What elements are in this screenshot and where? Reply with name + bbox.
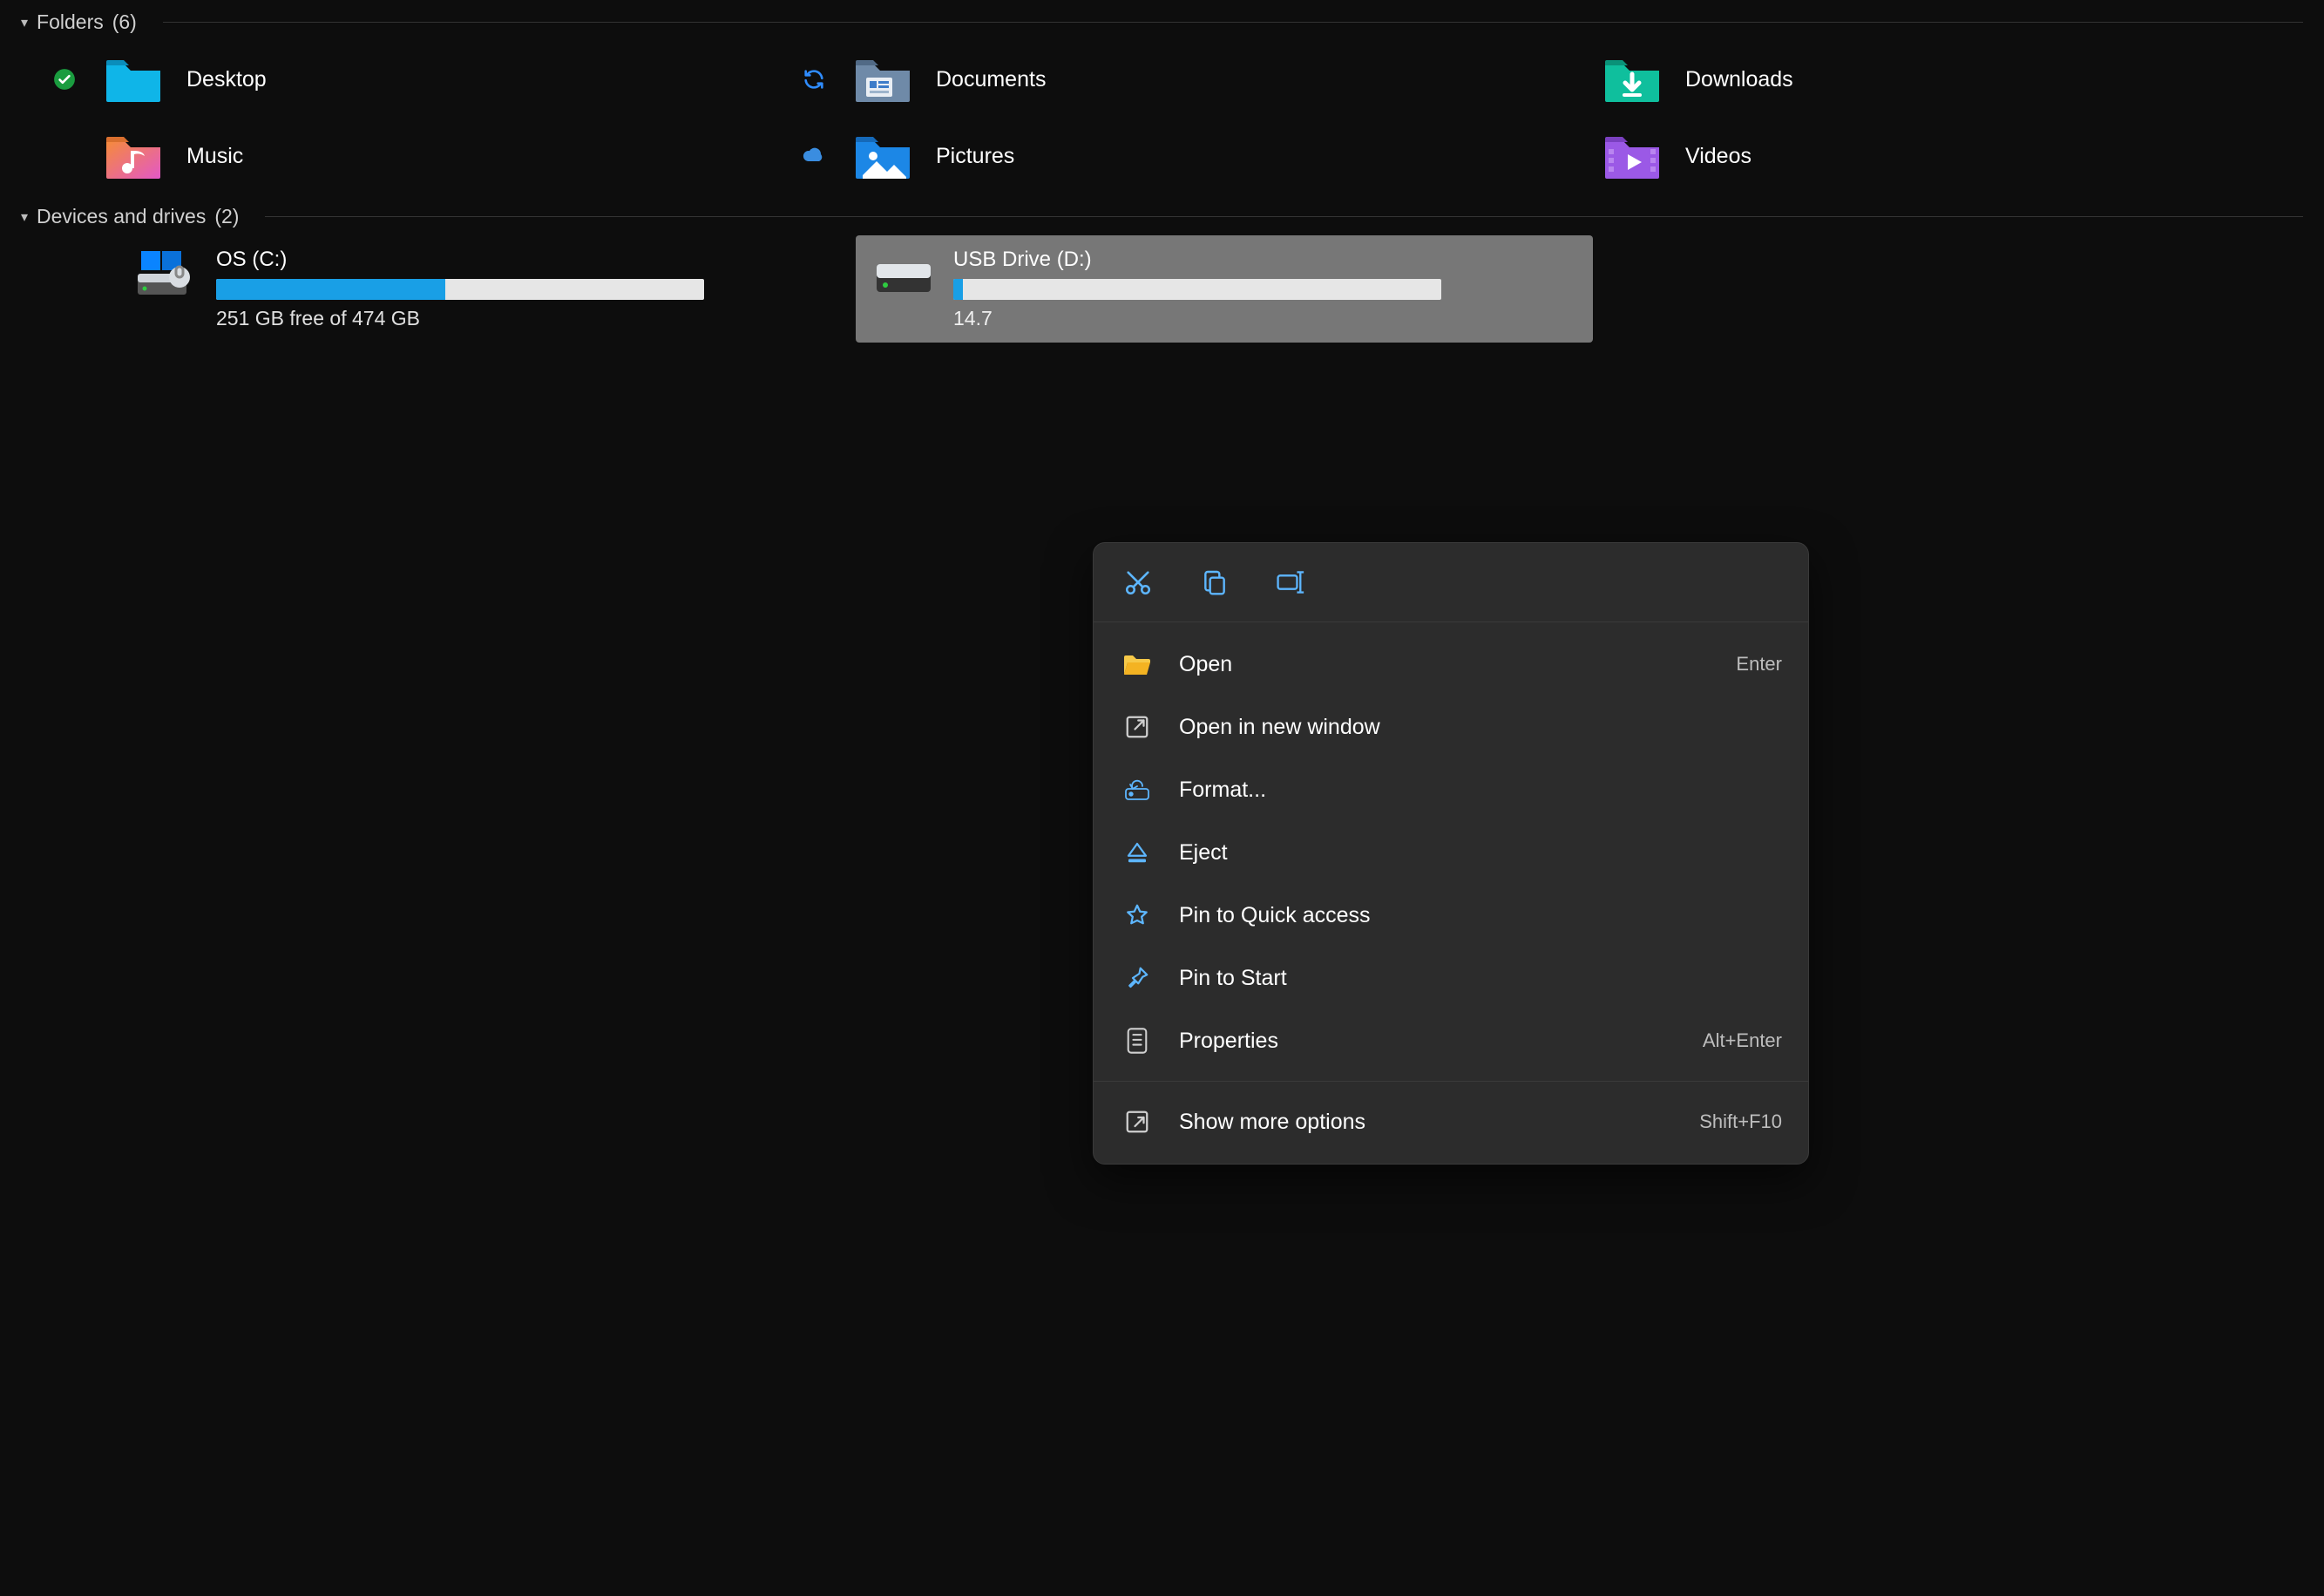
drive-name: OS (C:) <box>216 248 838 272</box>
drive-os-c[interactable]: OS (C:) 251 GB free of 474 GB <box>119 235 856 343</box>
folder-downloads[interactable]: Downloads <box>1530 41 2280 118</box>
menu-pin-start[interactable]: Pin to Start <box>1094 947 1808 1009</box>
menu-label: Format... <box>1179 778 1758 803</box>
drive-free-text: 251 GB free of 474 GB <box>216 307 838 330</box>
drive-usb-d[interactable]: USB Drive (D:) 14.7 <box>856 235 1593 343</box>
folder-label: Documents <box>936 67 1046 92</box>
folder-label: Music <box>186 144 243 169</box>
music-icon <box>103 132 164 180</box>
section-header-folders[interactable]: ▾ Folders (6) <box>0 0 2324 41</box>
cut-icon[interactable] <box>1120 564 1156 601</box>
folder-label: Downloads <box>1685 67 1793 92</box>
rename-icon[interactable] <box>1273 564 1310 601</box>
folder-pictures[interactable]: Pictures <box>781 118 1530 194</box>
status-cloud-icon <box>798 147 830 165</box>
context-menu: Open Enter Open in new window Format... … <box>1093 542 1809 1165</box>
section-rule <box>265 216 2303 217</box>
menu-label: Open <box>1179 652 1711 677</box>
folder-label: Videos <box>1685 144 1751 169</box>
folder-documents[interactable]: Documents <box>781 41 1530 118</box>
drive-capacity-bar <box>216 279 704 300</box>
menu-open-new-window[interactable]: Open in new window <box>1094 696 1808 758</box>
menu-label: Properties <box>1179 1029 1678 1054</box>
menu-pin-quick-access[interactable]: Pin to Quick access <box>1094 884 1808 947</box>
menu-format[interactable]: Format... <box>1094 758 1808 821</box>
drive-icon <box>873 248 934 300</box>
menu-properties[interactable]: Properties Alt+Enter <box>1094 1009 1808 1072</box>
drive-icon <box>136 248 197 300</box>
format-icon <box>1120 772 1155 807</box>
status-synced-icon <box>49 68 80 91</box>
menu-accel: Shift+F10 <box>1699 1110 1782 1133</box>
drive-capacity-bar <box>953 279 1441 300</box>
documents-icon <box>852 55 913 104</box>
section-header-drives[interactable]: ▾ Devices and drives (2) <box>0 194 2324 235</box>
section-count: (2) <box>214 205 239 228</box>
menu-label: Pin to Start <box>1179 966 1758 991</box>
new-window-icon <box>1120 710 1155 744</box>
menu-label: Open in new window <box>1179 715 1758 740</box>
drive-name: USB Drive (D:) <box>953 248 1575 272</box>
eject-icon <box>1120 835 1155 870</box>
folder-icon <box>103 55 164 104</box>
drives-grid: OS (C:) 251 GB free of 474 GB USB Drive … <box>87 235 2324 343</box>
downloads-icon <box>1602 55 1663 104</box>
menu-label: Eject <box>1179 840 1758 866</box>
pin-icon <box>1120 961 1155 995</box>
properties-icon <box>1120 1023 1155 1058</box>
folder-videos[interactable]: Videos <box>1530 118 2280 194</box>
star-icon <box>1120 898 1155 933</box>
menu-label: Pin to Quick access <box>1179 903 1758 928</box>
menu-more-options[interactable]: Show more options Shift+F10 <box>1094 1090 1808 1153</box>
section-rule <box>163 22 2303 23</box>
chevron-down-icon: ▾ <box>21 208 28 226</box>
context-menu-toolbar <box>1094 543 1808 622</box>
folder-music[interactable]: Music <box>31 118 781 194</box>
videos-icon <box>1602 132 1663 180</box>
menu-open[interactable]: Open Enter <box>1094 633 1808 696</box>
menu-label: Show more options <box>1179 1110 1675 1135</box>
section-title: Folders <box>37 10 104 34</box>
folder-label: Pictures <box>936 144 1014 169</box>
menu-eject[interactable]: Eject <box>1094 821 1808 884</box>
status-sync-icon <box>798 67 830 92</box>
pictures-icon <box>852 132 913 180</box>
menu-accel: Enter <box>1736 653 1782 676</box>
folders-grid: Desktop Documents Downloads Music Pi <box>0 41 2324 194</box>
folder-label: Desktop <box>186 67 267 92</box>
chevron-down-icon: ▾ <box>21 14 28 31</box>
folder-desktop[interactable]: Desktop <box>31 41 781 118</box>
menu-accel: Alt+Enter <box>1703 1029 1782 1052</box>
open-folder-icon <box>1120 647 1155 682</box>
more-options-icon <box>1120 1104 1155 1139</box>
copy-icon[interactable] <box>1196 564 1233 601</box>
menu-separator <box>1094 1081 1808 1082</box>
section-count: (6) <box>112 10 137 34</box>
context-menu-list: Open Enter Open in new window Format... … <box>1094 622 1808 1164</box>
section-title: Devices and drives <box>37 205 206 228</box>
drive-free-text: 14.7 <box>953 307 1575 330</box>
